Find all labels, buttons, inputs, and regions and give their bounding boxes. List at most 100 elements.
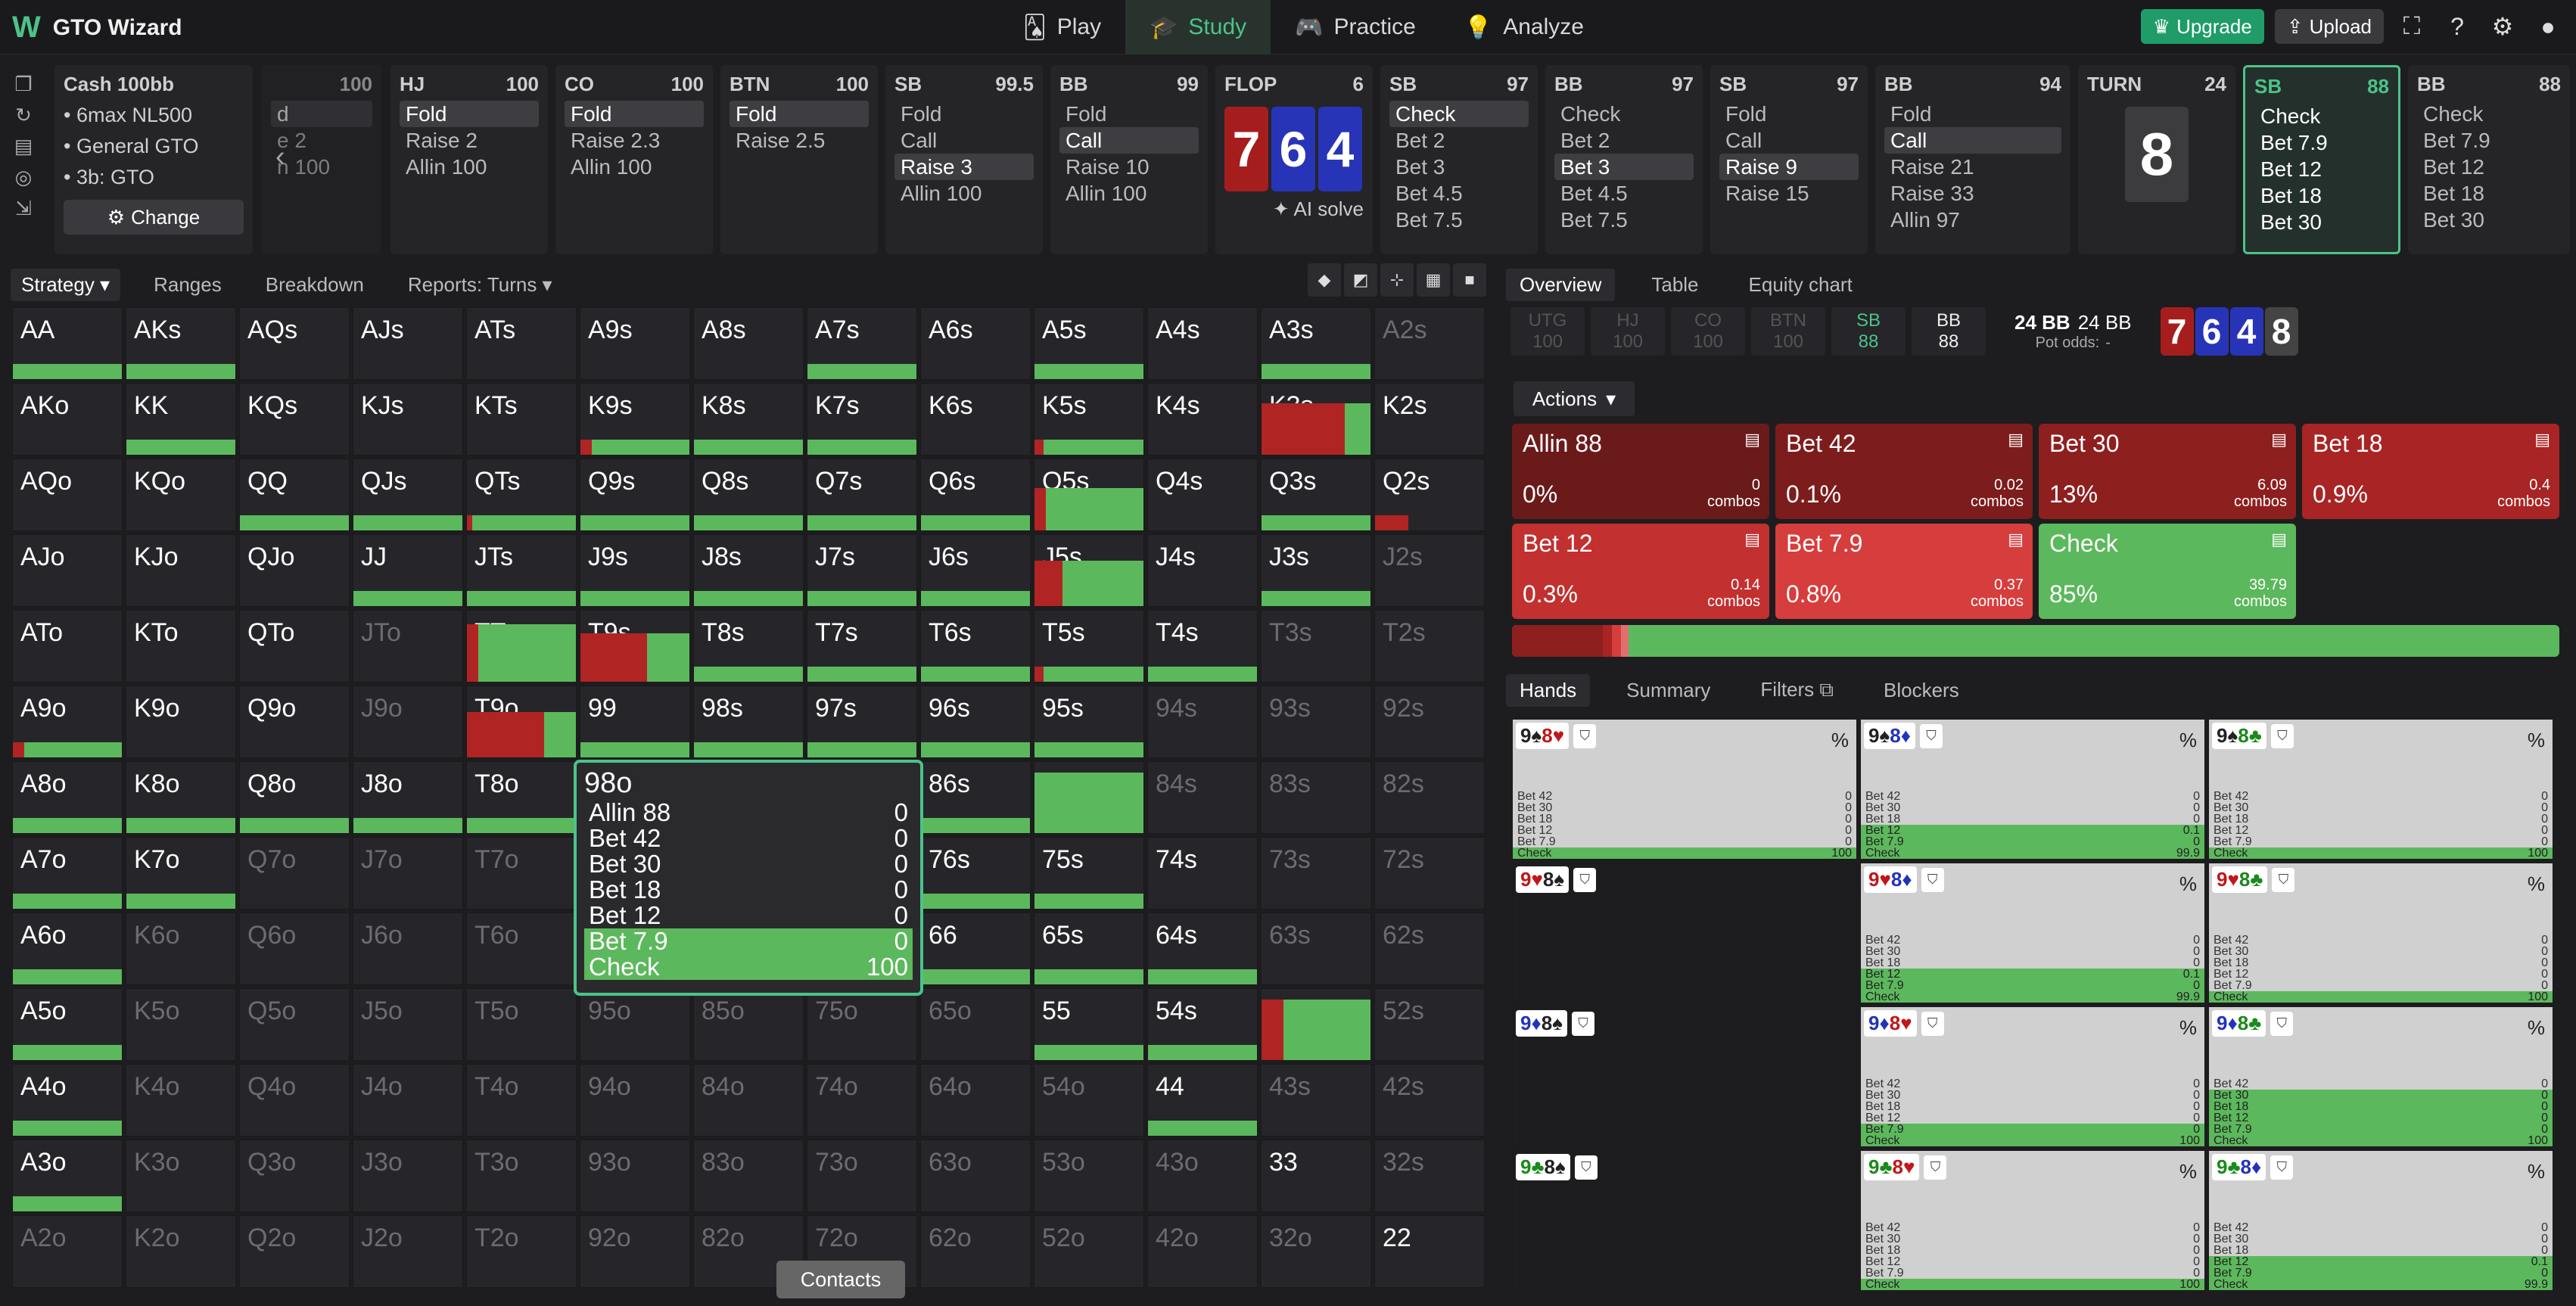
hand-cell[interactable]: 66	[920, 913, 1031, 985]
hand-cell[interactable]: Q7o	[239, 837, 350, 910]
hand-cell[interactable]: 85s	[1034, 761, 1144, 834]
hand-cell[interactable]: 75s	[1034, 837, 1144, 910]
hand-cell[interactable]: Q9o	[239, 686, 350, 758]
hand-combo-cell[interactable]: 9♦8♠ ⛉	[1512, 1006, 1857, 1147]
gear-icon[interactable]: ⚙	[2485, 9, 2520, 44]
hand-cell[interactable]: AQo	[12, 459, 123, 531]
history-action[interactable]: Bet 7.5	[1554, 207, 1694, 233]
hand-cell[interactable]: 73s	[1261, 837, 1371, 910]
history-column-btn[interactable]: BTN 100 Fold Raise 2.5	[720, 65, 878, 254]
history-action[interactable]: Fold	[730, 101, 869, 127]
history-action[interactable]: Allin 100	[400, 154, 539, 180]
hand-cell[interactable]: JTo	[353, 610, 463, 683]
hand-cell[interactable]: 95s	[1034, 686, 1144, 758]
nav-study[interactable]: 🎓 Study	[1125, 0, 1271, 54]
position-bb[interactable]: BB 88	[1912, 307, 1986, 356]
hand-cell[interactable]: T7s	[807, 610, 917, 683]
hand-cell[interactable]: KQs	[239, 383, 350, 456]
tab-overview[interactable]: Overview	[1506, 268, 1616, 301]
hand-cell[interactable]: T2s	[1374, 610, 1485, 683]
hand-cell[interactable]: KJo	[126, 534, 236, 607]
position-co[interactable]: CO 100	[1671, 307, 1745, 356]
list-icon[interactable]: ▤	[2271, 430, 2287, 449]
history-action[interactable]: Call	[1884, 127, 2061, 154]
hand-cell[interactable]: 65o	[920, 988, 1031, 1061]
history-action[interactable]: Fold	[565, 101, 704, 127]
hand-cell[interactable]: 95o	[580, 988, 690, 1061]
gamepad-icon[interactable]: ◎	[15, 166, 33, 189]
hand-cell[interactable]: TT	[466, 610, 577, 683]
nav-practice[interactable]: 🎮 Practice	[1271, 0, 1440, 54]
hand-cell[interactable]: Q7s	[807, 459, 917, 531]
list-icon[interactable]: ▤	[1744, 530, 1760, 549]
action-bet-30[interactable]: Bet 30 ▤ 13% 6.09 combos	[2039, 424, 2296, 519]
bookmark-icon[interactable]: ❐	[14, 73, 32, 96]
hand-cell[interactable]: AJo	[12, 534, 123, 607]
history-action[interactable]: Bet 12	[2417, 154, 2561, 180]
history-action[interactable]: Bet 7.9	[2417, 127, 2561, 154]
position-utg[interactable]: UTG 100	[1510, 307, 1585, 356]
hand-cell[interactable]: Q2o	[239, 1215, 350, 1288]
tab-blockers[interactable]: Blockers	[1870, 674, 1973, 707]
hand-cell[interactable]: J5s	[1034, 534, 1144, 607]
history-action[interactable]: Bet 3	[1389, 154, 1529, 180]
hand-cell[interactable]: T5s	[1034, 610, 1144, 683]
hand-cell[interactable]: K3s	[1261, 383, 1371, 456]
hand-cell[interactable]: 92s	[1374, 686, 1485, 758]
hand-cell[interactable]: J3o	[353, 1140, 463, 1212]
hand-cell[interactable]: 74o	[807, 1064, 917, 1137]
hand-cell[interactable]: T5o	[466, 988, 577, 1061]
tab-equity-chart[interactable]: Equity chart	[1735, 269, 1866, 301]
tab-summary[interactable]: Summary	[1613, 674, 1724, 707]
screenshot-icon[interactable]: ⛶	[2394, 9, 2429, 44]
history-action[interactable]: Raise 2.5	[730, 127, 869, 154]
history-action[interactable]: Raise 2.3	[565, 127, 704, 154]
hand-combo-cell[interactable]: 9♣8♠ ⛉	[1512, 1150, 1857, 1291]
save-icon[interactable]: ▤	[14, 135, 33, 158]
hand-cell[interactable]: 83o	[693, 1140, 804, 1212]
history-column-bb[interactable]: BB 94 Fold Call Raise 21 Raise 33 Allin 97	[1875, 65, 2070, 254]
history-column-sb[interactable]: SB 97 Fold Call Raise 9 Raise 15	[1710, 65, 1868, 254]
list-icon[interactable]: ▤	[1744, 430, 1760, 449]
hand-cell[interactable]: A6s	[920, 307, 1031, 380]
hand-cell[interactable]: A5s	[1034, 307, 1144, 380]
hand-cell[interactable]: Q5o	[239, 988, 350, 1061]
hand-cell[interactable]: Q8o	[239, 761, 350, 834]
history-action[interactable]: Call	[894, 127, 1034, 154]
hand-cell[interactable]: 86s	[920, 761, 1031, 834]
hand-cell[interactable]: K4o	[126, 1064, 236, 1137]
hand-cell[interactable]: QJs	[353, 459, 463, 531]
history-action[interactable]: Fold	[1719, 101, 1859, 127]
hand-cell[interactable]: QQ	[239, 459, 350, 531]
hand-cell[interactable]: J8s	[693, 534, 804, 607]
action-allin-88[interactable]: Allin 88 ▤ 0% 0 combos	[1512, 424, 1769, 519]
hand-cell[interactable]: 97s	[807, 686, 917, 758]
history-action[interactable]: Raise 33	[1884, 180, 2061, 207]
history-action[interactable]: Call	[1059, 127, 1199, 154]
hand-cell[interactable]: K6o	[126, 913, 236, 985]
hand-cell[interactable]: QJo	[239, 534, 350, 607]
hand-cell[interactable]: A4o	[12, 1064, 123, 1137]
upload-button[interactable]: ⇪ Upload	[2274, 9, 2384, 44]
hand-cell[interactable]: 42s	[1374, 1064, 1485, 1137]
hand-cell[interactable]: J2o	[353, 1215, 463, 1288]
history-action[interactable]: Bet 18	[2254, 182, 2389, 209]
split-view-icon[interactable]: ◩	[1344, 263, 1377, 297]
hand-cell[interactable]: K9s	[580, 383, 690, 456]
history-action[interactable]: Raise 9	[1719, 154, 1859, 180]
hand-cell[interactable]: K2o	[126, 1215, 236, 1288]
hand-cell[interactable]: 63s	[1261, 913, 1371, 985]
3d-view-icon[interactable]: ◆	[1308, 263, 1341, 297]
history-action[interactable]: Check	[2417, 101, 2561, 127]
hand-cell[interactable]: T8s	[693, 610, 804, 683]
history-action[interactable]: Fold	[400, 101, 539, 127]
history-column-sb[interactable]: SB 88 Check Bet 7.9 Bet 12 Bet 18 Bet 30	[2243, 65, 2400, 254]
action-bet-18[interactable]: Bet 18 ▤ 0.9% 0.4 combos	[2302, 424, 2559, 519]
hand-cell[interactable]: 55	[1034, 988, 1144, 1061]
tab-strategy[interactable]: Strategy ▾	[11, 268, 121, 301]
hand-cell[interactable]: ATo	[12, 610, 123, 683]
history-column-sb[interactable]: SB 97 Check Bet 2 Bet 3 Bet 4.5 Bet 7.5	[1380, 65, 1538, 254]
hand-combo-cell[interactable]: 9♠8♣ ⛉% Bet 42 0 Bet 30 0 Bet 18 0 Bet 12 0 Bet 7.…	[2208, 719, 2553, 860]
hand-cell[interactable]: K3o	[126, 1140, 236, 1212]
hand-cell[interactable]: 85o	[693, 988, 804, 1061]
